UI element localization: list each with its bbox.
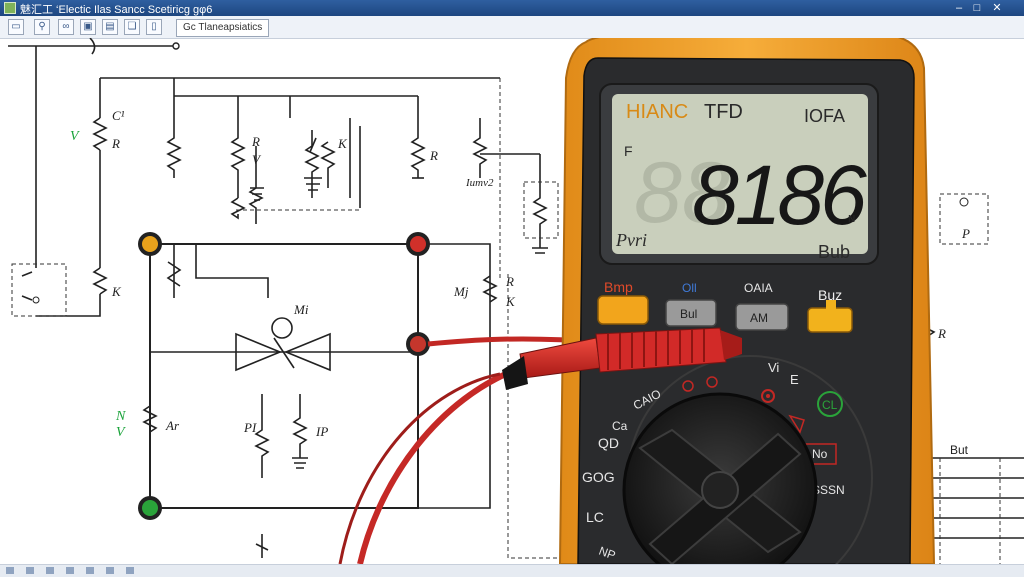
button-label-bmp: Bmp [604,279,633,295]
dial-label-left2: QD [598,435,619,451]
link-icon[interactable]: ∞ [58,19,74,35]
label-ar: Ar [165,418,180,433]
label-v2: V [252,152,262,167]
lcd-unit-left: Pvri [615,230,647,250]
hold-button-label: Bul [680,307,697,321]
label-k2: K [337,136,348,151]
label-mi: Mi [293,302,309,317]
label-r-top: R [111,136,120,151]
lcd-small-left: F [624,143,633,159]
title-bar: 魅汇工 ‘Electic Ilas Sancc Scetiricg gφ6 – … [0,0,1024,16]
dial-label-left3: GOG [582,469,615,485]
label-but-right: But [950,443,969,457]
dial-label-left4: LC [586,509,604,525]
button-label-oll: Oll [682,281,697,295]
schematic-canvas[interactable]: V C¹ R K R V K R Iumv2 Mi Mj R K N V Ar … [0,38,1024,564]
label-c-top: C¹ [112,108,125,123]
app-icon [4,2,16,14]
lcd-reading: 8186 [692,148,867,242]
dial-label-top2: E [790,372,799,387]
label-hmv2: Iumv2 [465,177,494,189]
dial-label-right2: No [812,447,828,461]
dial-label-right1: CL [822,398,838,412]
copy-icon[interactable]: ❏ [124,19,140,35]
label-mj: Mj [453,284,469,299]
zoom-icon[interactable]: ⚲ [34,19,50,35]
document-tab[interactable]: Gc Tlaneapsiatics [176,19,270,37]
label-v-green: V [116,425,126,440]
lcd-brand: HIANC [626,101,688,123]
label-k-left: K [111,284,122,299]
label-p-right: P [961,226,970,241]
lcd-range: IOFA [804,106,845,126]
mode-button-label: AM [750,311,768,325]
status-icon [46,567,54,574]
multimeter[interactable]: HIANC TFD IOFA F 88 8186 N Pvri Bub Bmp … [558,38,936,564]
button-label-oaia: OAIA [744,281,773,295]
close-icon[interactable]: ✕ [990,1,1004,15]
status-icon [86,567,94,574]
dial-label-top-small: Ca [612,419,628,433]
minimize-icon[interactable]: – [952,1,966,15]
dial-label-top1: Vi [768,360,779,375]
label-n-green: N [115,409,126,424]
label-r5: R [505,274,514,289]
lcd-mini-right: N [848,214,855,225]
label-r-right: R [937,326,946,341]
status-bar [0,564,1024,577]
page-icon[interactable]: ▯ [146,19,162,35]
window-title: 魅汇工 ‘Electic Ilas Sancc Scetiricg gφ6 [20,4,213,16]
range-button[interactable] [597,295,649,325]
status-icon [66,567,74,574]
print-icon[interactable]: ▤ [102,19,118,35]
maximize-icon[interactable]: □ [970,1,984,15]
status-icon [126,567,134,574]
save-icon[interactable]: ▣ [80,19,96,35]
lcd-unit-right: Bub [818,242,850,262]
label-k5: K [505,294,516,309]
status-icon [26,567,34,574]
lcd-mode: TFD [704,101,743,123]
label-pi: PI [243,420,257,435]
status-icon [106,567,114,574]
label-ip: IP [315,424,328,439]
toolbar: ▭ ⚲ ∞ ▣ ▤ ❏ ▯ Gc Tlaneapsiatics [0,16,1024,39]
label-r3: R [429,148,438,163]
new-icon[interactable]: ▭ [8,19,24,35]
label-v-top: V [70,129,80,144]
status-icon [6,567,14,574]
